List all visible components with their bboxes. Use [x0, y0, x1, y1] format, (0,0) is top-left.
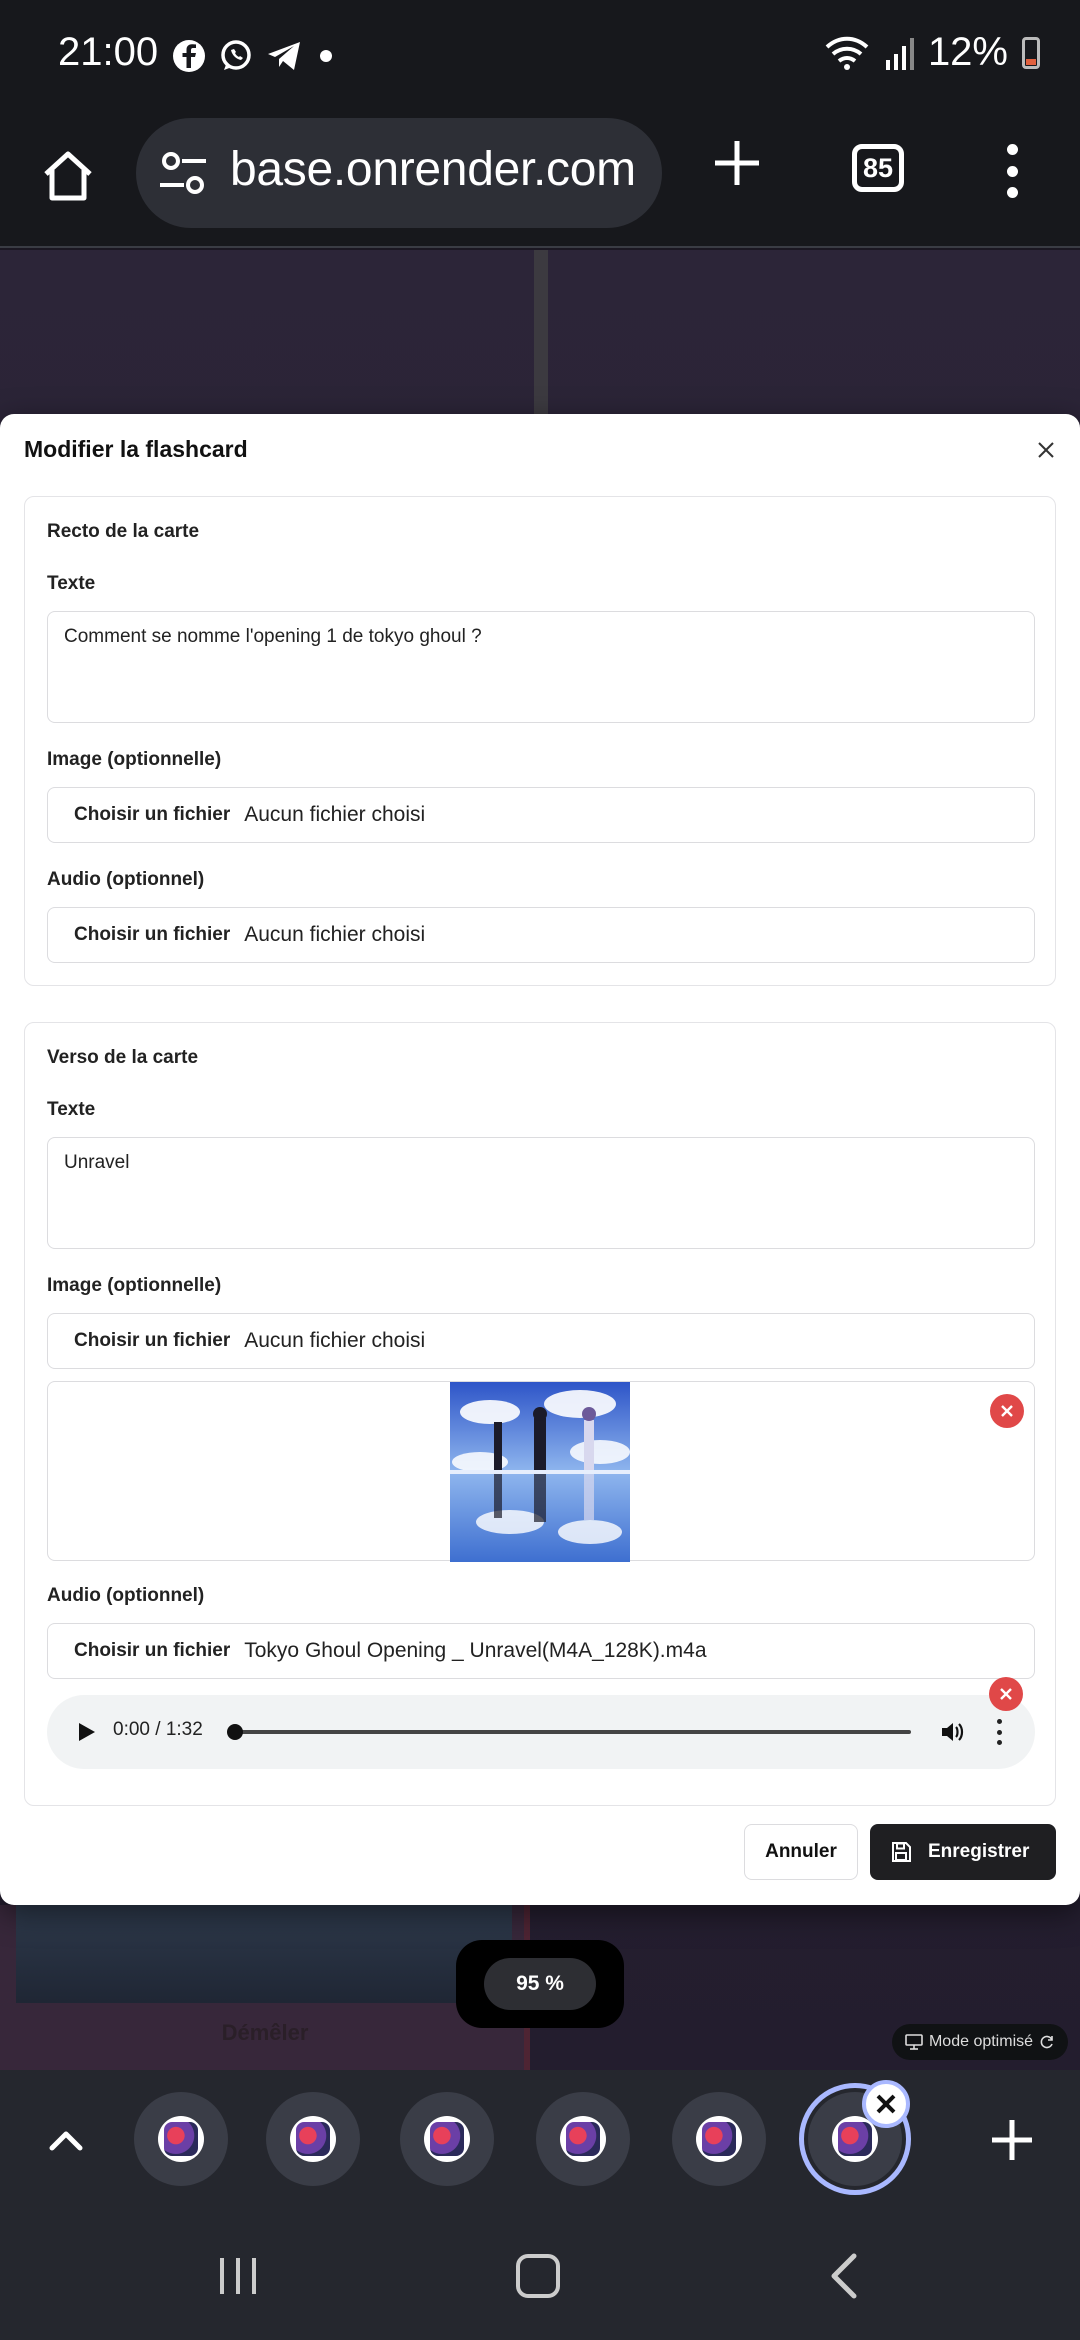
front-image-file-input[interactable]: Choisir un fichier Aucun fichier choisi — [47, 787, 1035, 843]
tab-switcher-button[interactable]: 85 — [852, 144, 904, 192]
status-time: 21:00 — [58, 30, 159, 74]
chevron-up-icon[interactable] — [46, 2120, 86, 2160]
back-text-label: Texte — [47, 1099, 96, 1120]
mode-chip[interactable]: Mode optimisé — [892, 2024, 1068, 2060]
back-section-title: Verso de la carte — [47, 1047, 199, 1068]
front-text-label: Texte — [47, 573, 96, 594]
status-right: 12% — [824, 30, 1040, 75]
address-bar[interactable]: base.onrender.com — [136, 118, 662, 228]
close-icon — [876, 2094, 896, 2114]
back-image-choose-button[interactable]: Choisir un fichier — [74, 1330, 230, 1352]
edit-flashcard-modal: Modifier la flashcard Recto de la carte … — [0, 414, 1080, 1905]
battery-icon — [1022, 36, 1040, 69]
front-text-input[interactable]: Comment se nomme l'opening 1 de tokyo gh… — [47, 611, 1035, 723]
plus-icon[interactable] — [990, 2118, 1034, 2162]
zoom-indicator: 95 % — [456, 1940, 624, 2028]
front-audio-choose-button[interactable]: Choisir un fichier — [74, 924, 230, 946]
remove-audio-button[interactable] — [989, 1677, 1023, 1711]
zoom-level: 95 % — [484, 1958, 596, 2010]
audio-player: 0:00 / 1:32 — [47, 1695, 1035, 1769]
close-icon[interactable] — [1034, 438, 1058, 462]
mode-chip-label: Mode optimisé — [928, 2033, 1034, 2050]
back-image-file-input[interactable]: Choisir un fichier Aucun fichier choisi — [47, 1313, 1035, 1369]
back-image-file-name: Aucun fichier choisi — [244, 1329, 426, 1352]
whatsapp-icon — [221, 40, 251, 70]
status-notification-icons — [172, 38, 338, 74]
recents-icon[interactable] — [216, 2256, 260, 2296]
tab-thumbnail[interactable] — [672, 2092, 766, 2186]
play-icon[interactable] — [75, 1720, 97, 1744]
telegram-icon — [268, 42, 300, 70]
back-icon[interactable] — [826, 2252, 862, 2300]
preview-image — [450, 1382, 630, 1562]
tab-thumbnail[interactable] — [266, 2092, 360, 2186]
audio-time: 0:00 / 1:32 — [113, 1719, 203, 1740]
save-button[interactable]: Enregistrer — [870, 1824, 1056, 1880]
more-menu-icon[interactable] — [1004, 144, 1020, 198]
tab-thumbnail[interactable] — [134, 2092, 228, 2186]
front-section-title: Recto de la carte — [47, 521, 200, 542]
system-nav-bar — [0, 2210, 1080, 2340]
front-image-label: Image (optionnelle) — [47, 749, 222, 770]
new-tab-icon[interactable] — [712, 138, 762, 188]
save-button-label: Enregistrer — [928, 1841, 1030, 1862]
back-audio-label: Audio (optionnel) — [47, 1585, 205, 1606]
tab-strip — [0, 2070, 1080, 2210]
audio-more-icon[interactable] — [997, 1719, 1003, 1745]
status-bar: 21:00 12% — [0, 0, 1080, 118]
cancel-button[interactable]: Annuler — [744, 1824, 858, 1880]
front-audio-label: Audio (optionnel) — [47, 869, 205, 890]
remove-image-button[interactable] — [990, 1394, 1024, 1428]
site-settings-icon[interactable] — [158, 150, 208, 196]
tab-thumbnail[interactable] — [536, 2092, 630, 2186]
front-audio-file-name: Aucun fichier choisi — [244, 923, 426, 946]
signal-icon — [885, 37, 914, 70]
volume-icon[interactable] — [939, 1719, 965, 1745]
home-nav-icon[interactable] — [516, 2254, 560, 2298]
save-icon — [892, 1842, 911, 1862]
tab-thumbnail[interactable] — [400, 2092, 494, 2186]
audio-seek-handle[interactable] — [227, 1724, 243, 1740]
tab-favicon — [290, 2116, 336, 2162]
front-section: Recto de la carte Texte Comment se nomme… — [24, 496, 1056, 986]
tab-favicon — [560, 2116, 606, 2162]
close-icon — [1000, 1688, 1012, 1700]
back-text-input[interactable]: Unravel — [47, 1137, 1035, 1249]
page-divider — [534, 250, 548, 420]
battery-percent: 12% — [927, 30, 1008, 74]
home-icon[interactable] — [38, 146, 98, 206]
back-audio-file-input[interactable]: Choisir un fichier Tokyo Ghoul Opening _… — [47, 1623, 1035, 1679]
audio-seek-bar[interactable] — [231, 1730, 911, 1734]
background-card-image — [16, 1905, 512, 2003]
tab-favicon — [696, 2116, 742, 2162]
back-section: Verso de la carte Texte Unravel Image (o… — [24, 1022, 1056, 1806]
front-image-choose-button[interactable]: Choisir un fichier — [74, 804, 230, 826]
close-icon — [1001, 1405, 1013, 1417]
back-image-label: Image (optionnelle) — [47, 1275, 222, 1296]
modal-title: Modifier la flashcard — [24, 436, 248, 462]
monitor-icon — [905, 2034, 923, 2050]
browser-toolbar: base.onrender.com 85 — [0, 118, 1080, 248]
wifi-icon — [825, 36, 869, 70]
refresh-icon — [1040, 2035, 1053, 2049]
front-audio-file-input[interactable]: Choisir un fichier Aucun fichier choisi — [47, 907, 1035, 963]
close-tab-button[interactable] — [862, 2080, 910, 2128]
background-card: Démêler — [0, 1905, 530, 2070]
url-text: base.onrender.com — [230, 143, 636, 196]
facebook-icon — [173, 40, 205, 72]
front-image-file-name: Aucun fichier choisi — [244, 803, 426, 826]
background-card-label: Démêler — [221, 2020, 309, 2045]
dot-icon — [320, 50, 332, 62]
tab-favicon — [158, 2116, 204, 2162]
back-image-preview — [47, 1381, 1035, 1562]
tab-favicon — [424, 2116, 470, 2162]
back-audio-choose-button[interactable]: Choisir un fichier — [74, 1640, 230, 1662]
back-audio-file-name: Tokyo Ghoul Opening _ Unravel(M4A_128K).… — [244, 1639, 707, 1662]
